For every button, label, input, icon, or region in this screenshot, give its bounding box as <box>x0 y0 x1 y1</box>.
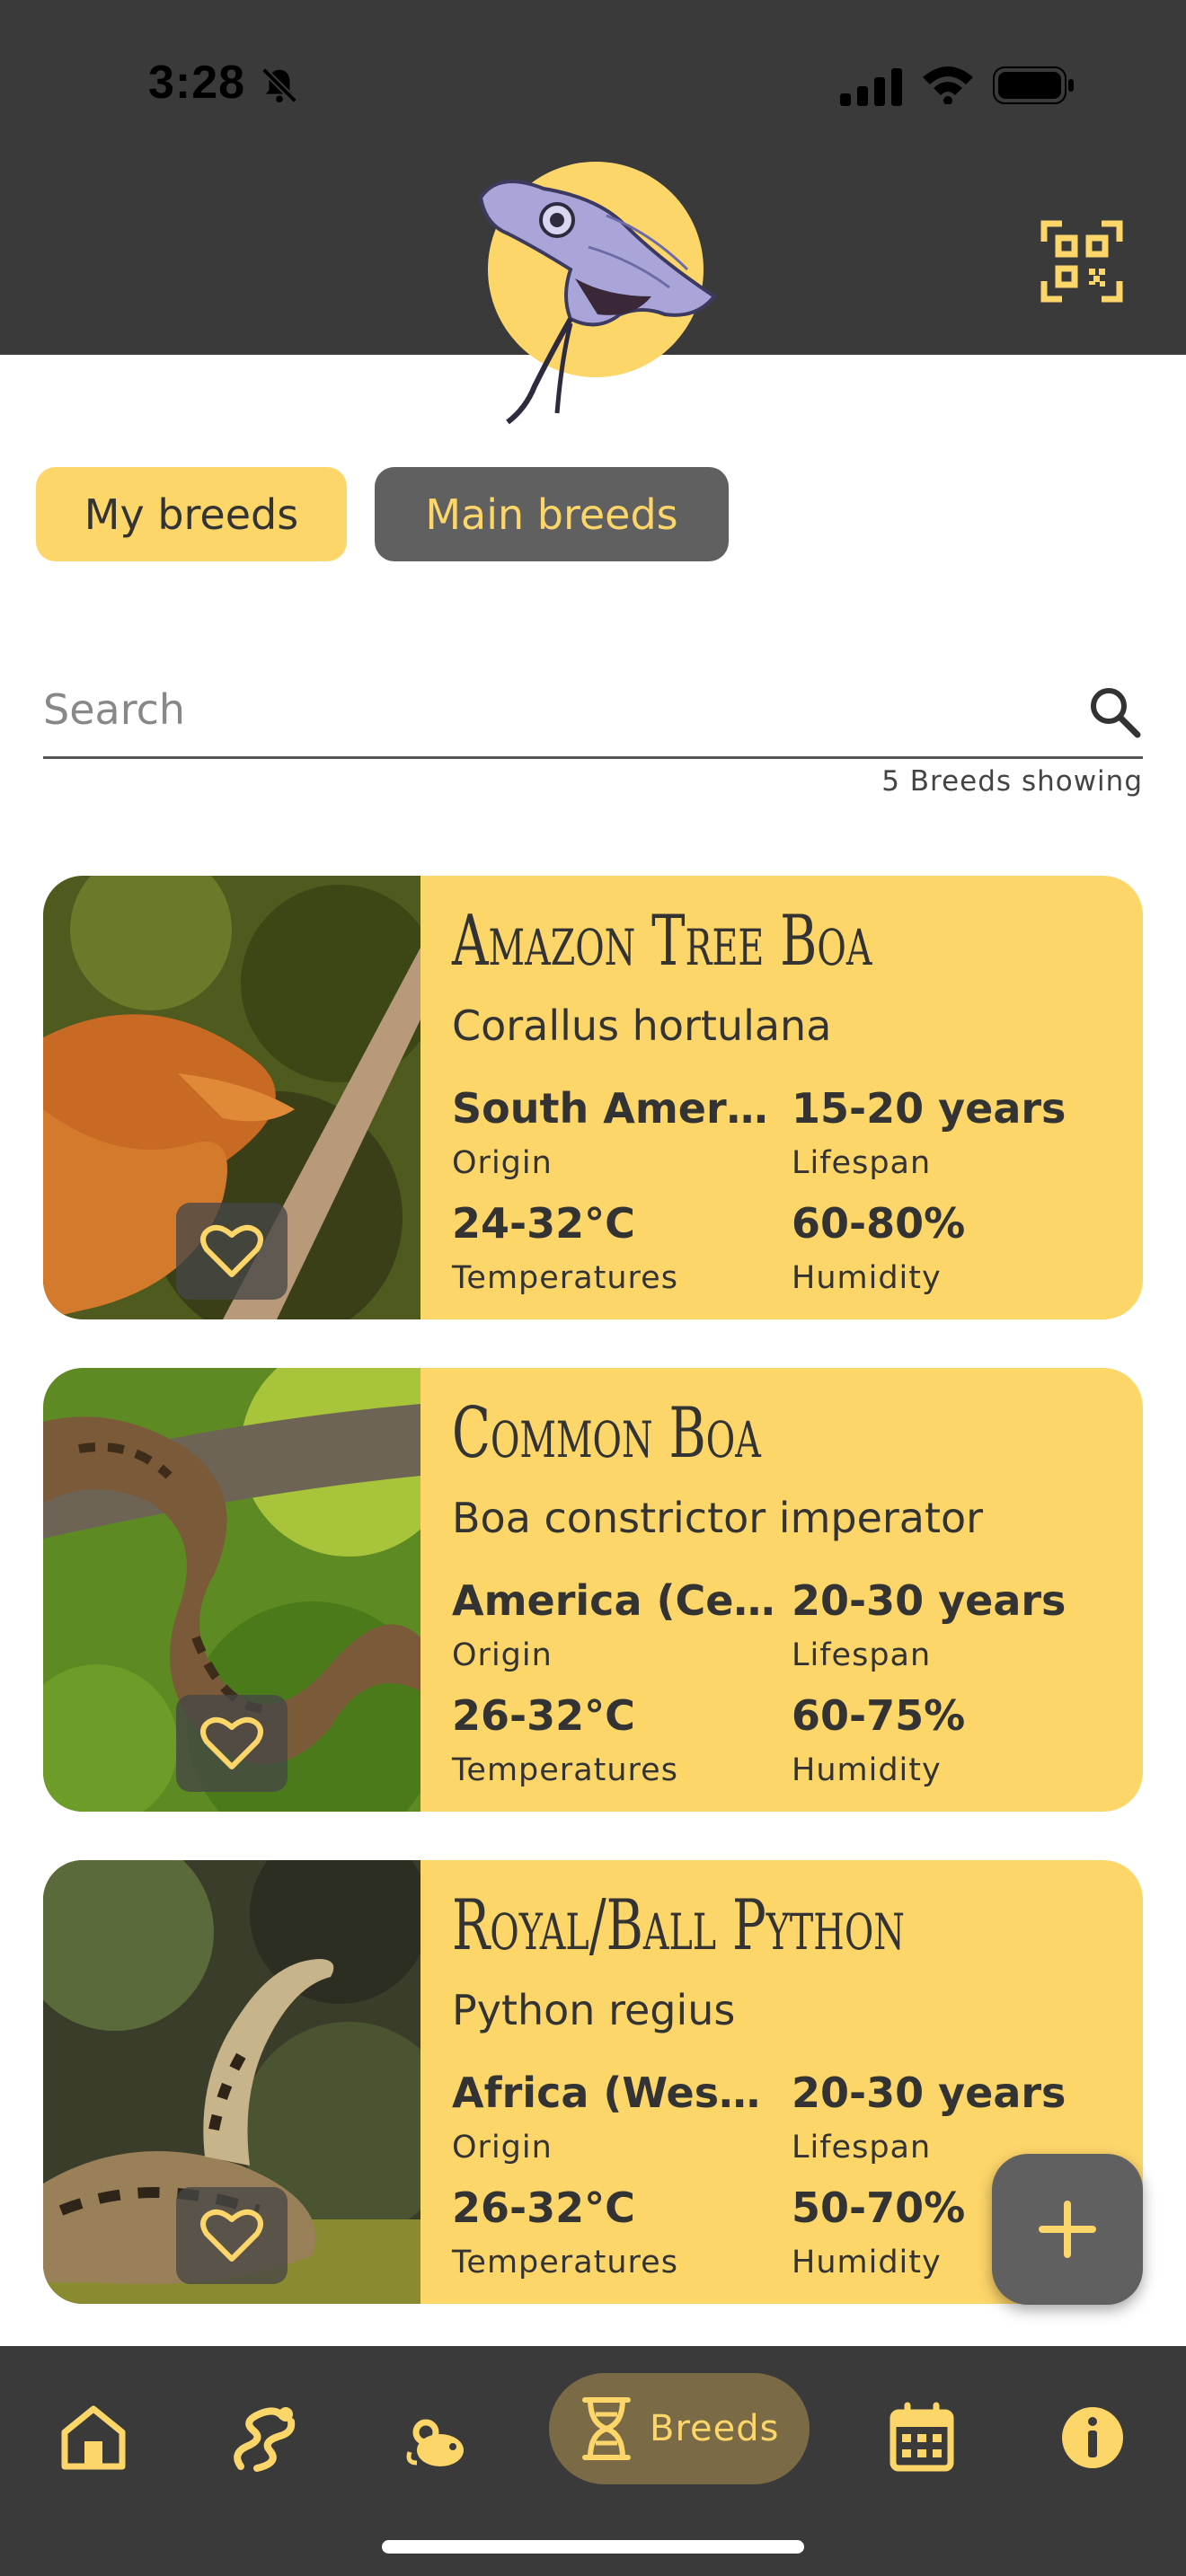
breed-scientific-name: Python regius <box>452 1986 736 2034</box>
breed-scientific-name: Boa constrictor imperator <box>452 1494 984 1542</box>
breed-card[interactable]: Common Boa Boa constrictor imperator Ame… <box>43 1368 1143 1812</box>
add-breed-button[interactable] <box>992 2154 1143 2305</box>
humidity-label: Humidity <box>792 1752 942 1788</box>
nav-breeds-label: Breeds <box>650 2408 780 2449</box>
breed-lifespan: 20-30 years <box>792 2069 1067 2117</box>
favorite-button[interactable] <box>176 1695 288 1792</box>
breed-count: 5 Breeds showing <box>881 765 1143 798</box>
qr-code-icon[interactable] <box>1040 220 1123 303</box>
heart-icon <box>200 2209 263 2262</box>
breed-name: Amazon Tree Boa <box>452 901 872 982</box>
breed-lifespan: 20-30 years <box>792 1576 1067 1625</box>
temperatures-label: Temperatures <box>452 1260 678 1296</box>
breed-temperatures: 24-32°C <box>452 1199 635 1248</box>
breed-temperatures: 26-32°C <box>452 2183 635 2232</box>
lifespan-label: Lifespan <box>792 1145 932 1181</box>
breed-temperatures: 26-32°C <box>452 1691 635 1740</box>
search-icon[interactable] <box>1085 683 1143 740</box>
breed-origin: South Americ... <box>452 1084 775 1133</box>
battery-icon <box>993 66 1074 104</box>
breed-origin: Africa (West ... <box>452 2069 775 2117</box>
calendar-icon[interactable] <box>884 2400 960 2475</box>
breed-lifespan: 15-20 years <box>792 1084 1067 1133</box>
favorite-button[interactable] <box>176 1203 288 1300</box>
mouse-icon[interactable] <box>399 2400 474 2475</box>
info-icon[interactable] <box>1055 2400 1130 2475</box>
temperatures-label: Temperatures <box>452 1752 678 1788</box>
heart-icon <box>200 1224 263 1277</box>
breed-info: Common Boa Boa constrictor imperator Ame… <box>452 1368 1126 1812</box>
humidity-label: Humidity <box>792 1260 942 1296</box>
favorite-button[interactable] <box>176 2187 288 2284</box>
origin-label: Origin <box>452 1637 553 1673</box>
search-input[interactable] <box>43 665 1031 754</box>
wifi-icon <box>923 66 973 104</box>
breed-humidity: 60-80% <box>792 1199 966 1248</box>
tab-my-breeds[interactable]: My breeds <box>36 467 347 561</box>
lifespan-label: Lifespan <box>792 1637 932 1673</box>
origin-label: Origin <box>452 1145 553 1181</box>
nav-breeds-active[interactable]: Breeds <box>549 2373 810 2484</box>
home-icon[interactable] <box>56 2400 131 2475</box>
search-bar <box>43 665 1143 759</box>
bottom-navigation: Breeds <box>0 2346 1186 2576</box>
dna-icon <box>582 2397 631 2460</box>
home-indicator <box>382 2540 804 2554</box>
signal-icon <box>840 68 902 106</box>
breed-info: Amazon Tree Boa Corallus hortulana South… <box>452 876 1126 1319</box>
breed-card[interactable]: Amazon Tree Boa Corallus hortulana South… <box>43 876 1143 1319</box>
bell-slash-icon <box>261 67 297 103</box>
breed-humidity: 60-75% <box>792 1691 966 1740</box>
tab-main-breeds[interactable]: Main breeds <box>375 467 729 561</box>
breed-card[interactable]: Royal/Ball Python Python regius Africa (… <box>43 1860 1143 2304</box>
heart-icon <box>200 1716 263 1769</box>
breed-origin: America (Cen... <box>452 1576 775 1625</box>
breed-name: Royal/Ball Python <box>452 1885 905 1966</box>
breed-name: Common Boa <box>452 1393 761 1474</box>
temperatures-label: Temperatures <box>452 2245 678 2280</box>
breed-scientific-name: Corallus hortulana <box>452 1001 832 1050</box>
status-time: 3:28 <box>148 57 246 109</box>
snake-icon[interactable] <box>226 2400 302 2475</box>
plus-icon <box>1039 2201 1096 2258</box>
origin-label: Origin <box>452 2130 553 2166</box>
snake-logo <box>478 162 717 425</box>
